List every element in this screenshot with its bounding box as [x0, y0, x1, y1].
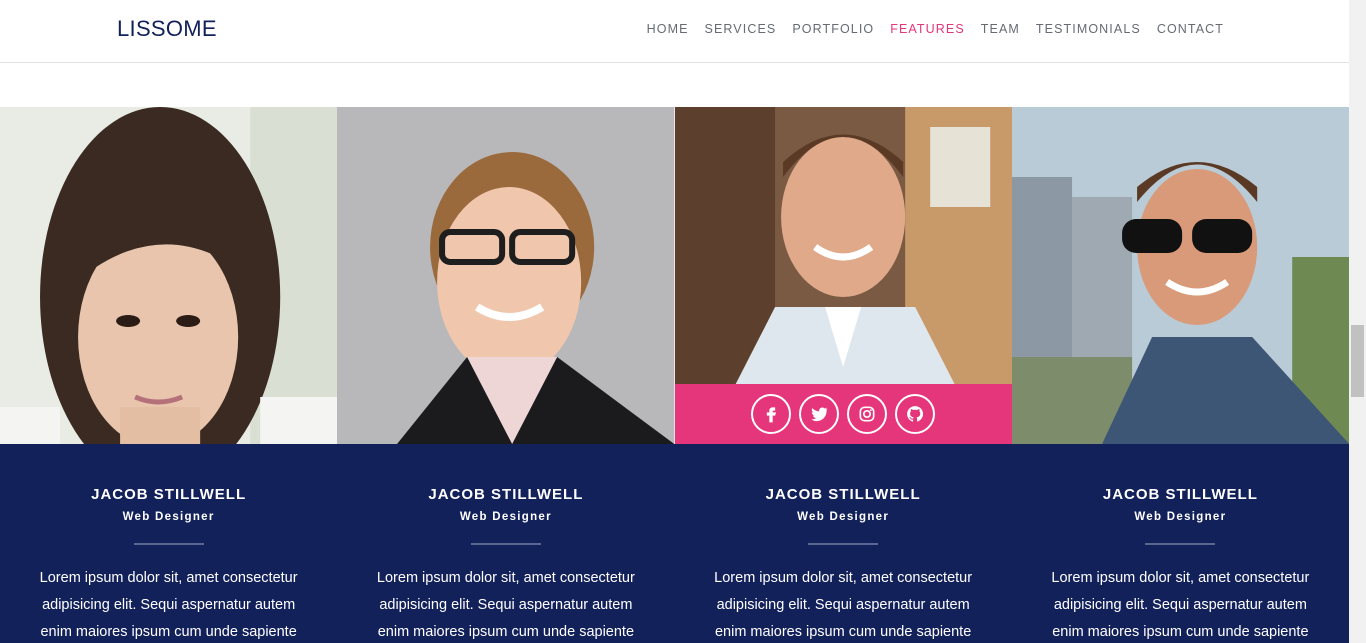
- member-role: Web Designer: [1134, 511, 1227, 523]
- social-bar: [674, 384, 1012, 444]
- member-role: Web Designer: [797, 511, 890, 523]
- team-info: JACOB STILLWELL Web Designer Lorem ipsum…: [0, 444, 338, 643]
- nav-features[interactable]: FEATURES: [890, 22, 965, 36]
- divider: [1145, 543, 1216, 545]
- member-bio: Lorem ipsum dolor sit, amet consectetur …: [39, 570, 298, 640]
- team-info: JACOB STILLWELL Web Designer Lorem ipsum…: [1011, 444, 1349, 643]
- nav-services[interactable]: SERVICES: [705, 22, 777, 36]
- team-card: JACOB STILLWELL Web Designer Lorem ipsum…: [0, 107, 338, 643]
- divider: [470, 543, 541, 545]
- team-card: JACOB STILLWELL Web Designer Lorem ipsum…: [674, 107, 1012, 643]
- member-bio: Lorem ipsum dolor sit, amet consectetur …: [1051, 570, 1310, 640]
- nav-home[interactable]: HOME: [647, 22, 689, 36]
- nav-contact[interactable]: CONTACT: [1157, 22, 1224, 36]
- scrollbar-thumb[interactable]: [1351, 325, 1364, 397]
- divider: [808, 543, 879, 545]
- team-photo: [0, 107, 338, 444]
- divider: [133, 543, 204, 545]
- facebook-icon[interactable]: [751, 394, 792, 434]
- page-scrollbar[interactable]: [1349, 0, 1366, 643]
- member-role: Web Designer: [459, 511, 552, 523]
- member-name: JACOB STILLWELL: [428, 486, 584, 503]
- navbar: LISSOME HOME SERVICES PORTFOLIO FEATURES…: [0, 0, 1349, 63]
- member-bio: Lorem ipsum dolor sit, amet consectetur …: [376, 570, 635, 640]
- instagram-icon[interactable]: [847, 394, 888, 434]
- nav-testimonials[interactable]: TESTIMONIALS: [1036, 22, 1141, 36]
- team-info: JACOB STILLWELL Web Designer Lorem ipsum…: [337, 444, 675, 643]
- team-photo: [337, 107, 675, 444]
- github-icon[interactable]: [895, 394, 936, 434]
- member-name: JACOB STILLWELL: [91, 486, 247, 503]
- member-name: JACOB STILLWELL: [765, 486, 921, 503]
- nav-portfolio[interactable]: PORTFOLIO: [792, 22, 874, 36]
- nav-team[interactable]: TEAM: [981, 22, 1020, 36]
- team-info: JACOB STILLWELL Web Designer Lorem ipsum…: [674, 444, 1012, 643]
- team-card: JACOB STILLWELL Web Designer Lorem ipsum…: [1011, 107, 1349, 643]
- twitter-icon[interactable]: [799, 394, 840, 434]
- member-bio: Lorem ipsum dolor sit, amet consectetur …: [714, 570, 973, 640]
- team-card: JACOB STILLWELL Web Designer Lorem ipsum…: [337, 107, 675, 643]
- member-name: JACOB STILLWELL: [1102, 486, 1258, 503]
- team-photo: [1011, 107, 1349, 444]
- brand-logo[interactable]: LISSOME: [117, 16, 217, 42]
- team-section: JACOB STILLWELL Web Designer Lorem ipsum…: [0, 107, 1349, 643]
- team-photo: [674, 107, 1012, 444]
- member-role: Web Designer: [122, 511, 215, 523]
- main-nav: HOME SERVICES PORTFOLIO FEATURES TEAM TE…: [631, 22, 1224, 36]
